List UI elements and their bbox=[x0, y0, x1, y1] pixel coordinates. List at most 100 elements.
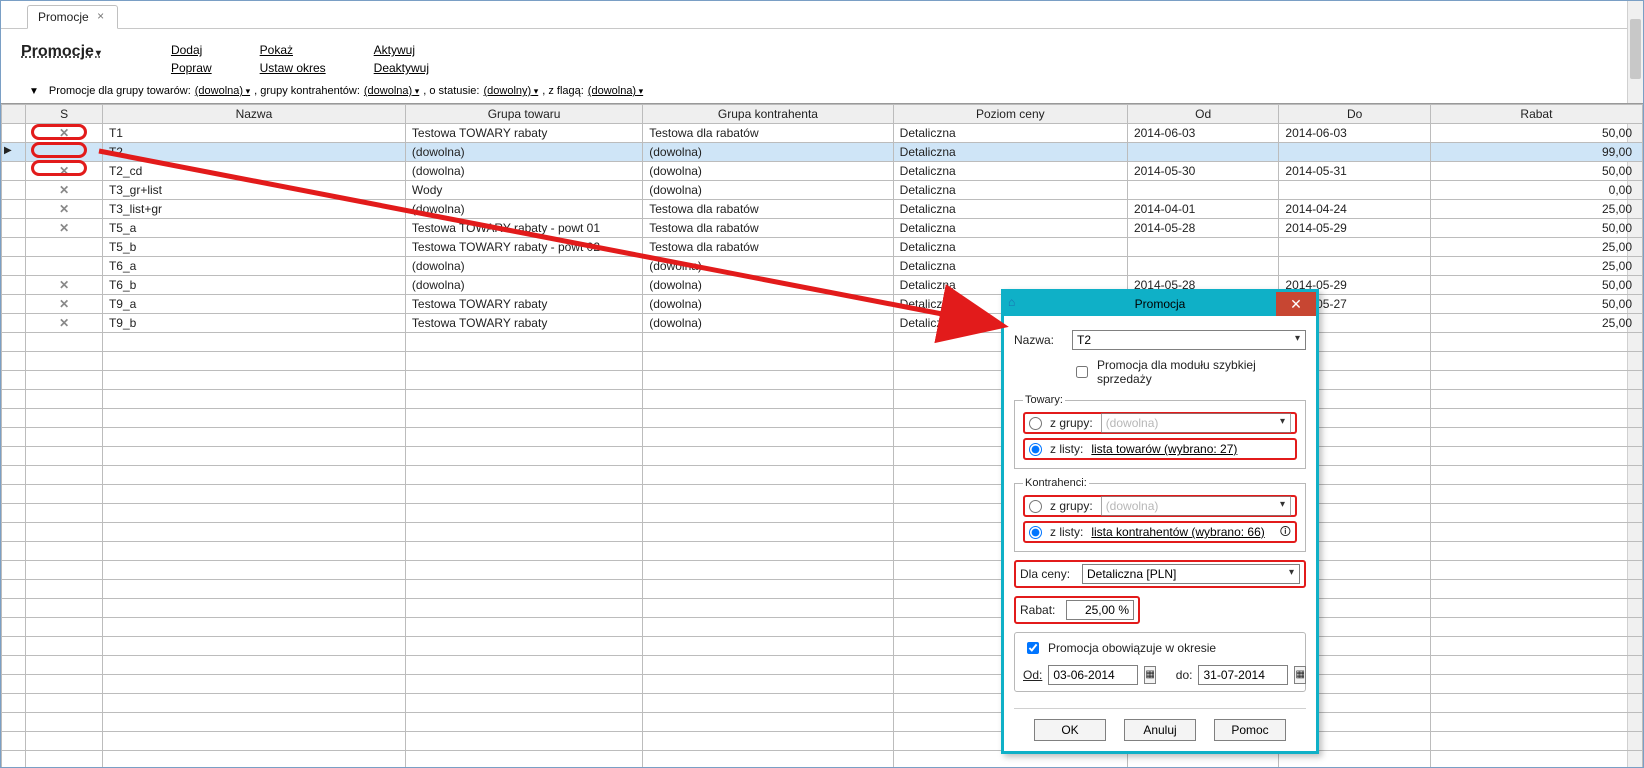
table-row[interactable]: T5_bTestowa TOWARY rabaty - powt 02Testo… bbox=[2, 238, 1643, 257]
link-lista-kontrahentow[interactable]: lista kontrahentów (wybrano: 66) bbox=[1091, 525, 1264, 539]
cell: Wody bbox=[405, 181, 642, 200]
table-row[interactable]: ✕T6_b(dowolna)(dowolna)Detaliczna2014-05… bbox=[2, 276, 1643, 295]
table-row-empty bbox=[2, 428, 1643, 447]
table-row[interactable]: ✕T3_gr+listWody(dowolna)Detaliczna0,00 bbox=[2, 181, 1643, 200]
input-do[interactable] bbox=[1198, 665, 1288, 685]
col-do[interactable]: Do bbox=[1279, 105, 1430, 124]
link-lista-towarow[interactable]: lista towarów (wybrano: 27) bbox=[1091, 442, 1237, 456]
radio-kontra-z-grupy[interactable] bbox=[1029, 500, 1042, 513]
ok-button[interactable]: OK bbox=[1034, 719, 1106, 741]
input-od[interactable] bbox=[1048, 665, 1138, 685]
cell bbox=[1279, 257, 1430, 276]
cell: (dowolna) bbox=[643, 143, 893, 162]
table-row[interactable]: ✕T3_list+gr(dowolna)Testowa dla rabatówD… bbox=[2, 200, 1643, 219]
table-row[interactable]: T6_a(dowolna)(dowolna)Detaliczna25,00 bbox=[2, 257, 1643, 276]
table-row-empty bbox=[2, 447, 1643, 466]
input-rabat[interactable] bbox=[1066, 600, 1134, 620]
radio-kontra-z-listy[interactable] bbox=[1029, 526, 1042, 539]
scroll-thumb[interactable] bbox=[1630, 19, 1641, 79]
col-od[interactable]: Od bbox=[1127, 105, 1278, 124]
col-poziom-ceny[interactable]: Poziom ceny bbox=[893, 105, 1127, 124]
cell bbox=[26, 257, 103, 276]
cell bbox=[2, 181, 26, 200]
checkbox-szybka-sprzedaz[interactable] bbox=[1076, 366, 1088, 378]
radio-towary-z-grupy[interactable] bbox=[1029, 417, 1042, 430]
cancel-button[interactable]: Anuluj bbox=[1124, 719, 1196, 741]
filter-flaga[interactable]: (dowolna) bbox=[588, 85, 643, 97]
radio-towary-z-listy[interactable] bbox=[1029, 443, 1042, 456]
cell: T9_b bbox=[102, 314, 405, 333]
cell bbox=[1127, 181, 1278, 200]
cell: ▶ bbox=[2, 143, 26, 162]
page-title[interactable]: Promocje bbox=[21, 43, 101, 63]
header-row: S Nazwa Grupa towaru Grupa kontrahenta P… bbox=[2, 105, 1643, 124]
cell: (dowolna) bbox=[643, 162, 893, 181]
table-row-empty bbox=[2, 561, 1643, 580]
cell: T9_a bbox=[102, 295, 405, 314]
checkbox-okres[interactable] bbox=[1027, 642, 1039, 654]
cell: 2014-06-03 bbox=[1279, 124, 1430, 143]
calendar-icon[interactable]: ▦ bbox=[1294, 666, 1305, 684]
action-deaktywuj[interactable]: Deaktywuj bbox=[374, 61, 429, 75]
table-row[interactable]: ✕T9_aTestowa TOWARY rabaty(dowolna)Detal… bbox=[2, 295, 1643, 314]
cell: Detaliczna bbox=[893, 181, 1127, 200]
cell bbox=[2, 124, 26, 143]
close-icon[interactable]: ✕ bbox=[1276, 292, 1316, 316]
filter-label-flaga: , z flagą: bbox=[542, 85, 584, 97]
select-towary-grupa: (dowolna) bbox=[1101, 413, 1291, 433]
select-nazwa[interactable]: T2 bbox=[1072, 330, 1306, 350]
action-ustaw-okres[interactable]: Ustaw okres bbox=[260, 61, 326, 75]
action-popraw[interactable]: Popraw bbox=[171, 61, 212, 75]
table-row[interactable]: ✕T5_aTestowa TOWARY rabaty - powt 01Test… bbox=[2, 219, 1643, 238]
cell: (dowolna) bbox=[405, 257, 642, 276]
action-pokaz[interactable]: Pokaż bbox=[260, 43, 326, 57]
table-row[interactable]: ✕T2_cd(dowolna)(dowolna)Detaliczna2014-0… bbox=[2, 162, 1643, 181]
cell bbox=[1127, 238, 1278, 257]
table[interactable]: S Nazwa Grupa towaru Grupa kontrahenta P… bbox=[1, 104, 1643, 768]
tabstrip: Promocje × bbox=[1, 1, 1643, 29]
cell bbox=[2, 200, 26, 219]
help-button[interactable]: Pomoc bbox=[1214, 719, 1286, 741]
filter-toggle-icon[interactable]: ▼ bbox=[29, 86, 39, 97]
cell bbox=[2, 162, 26, 181]
cell: T2_cd bbox=[102, 162, 405, 181]
table-row-empty bbox=[2, 713, 1643, 732]
filter-grupa-kontra[interactable]: (dowolna) bbox=[364, 85, 419, 97]
dialog-titlebar[interactable]: ⌂ Promocja ✕ bbox=[1004, 292, 1316, 316]
cell bbox=[2, 295, 26, 314]
label-od[interactable]: Od: bbox=[1023, 668, 1042, 682]
dialog-title: Promocja bbox=[1135, 297, 1186, 311]
col-s[interactable]: S bbox=[26, 105, 103, 124]
close-icon[interactable]: × bbox=[95, 11, 107, 23]
col-rabat[interactable]: Rabat bbox=[1430, 105, 1642, 124]
actions: Dodaj Popraw Pokaż Ustaw okres Aktywuj D… bbox=[171, 43, 429, 75]
col-nazwa[interactable]: Nazwa bbox=[102, 105, 405, 124]
calendar-icon[interactable]: ▦ bbox=[1144, 666, 1155, 684]
dialog-promocja: ⌂ Promocja ✕ Nazwa: T2 Promocja dla modu… bbox=[1001, 289, 1319, 754]
cell: 2014-05-29 bbox=[1279, 219, 1430, 238]
tab-promocje[interactable]: Promocje × bbox=[27, 5, 118, 29]
cell bbox=[1279, 143, 1430, 162]
filter-status[interactable]: (dowolny) bbox=[484, 85, 539, 97]
action-aktywuj[interactable]: Aktywuj bbox=[374, 43, 429, 57]
table-row[interactable]: ✕T1Testowa TOWARY rabatyTestowa dla raba… bbox=[2, 124, 1643, 143]
action-dodaj[interactable]: Dodaj bbox=[171, 43, 212, 57]
help-icon[interactable]: 🛈 bbox=[1280, 523, 1291, 542]
cell: 2014-05-28 bbox=[1127, 219, 1278, 238]
cell: (dowolna) bbox=[643, 257, 893, 276]
table-row[interactable]: ▶T2(dowolna)(dowolna)Detaliczna99,00 bbox=[2, 143, 1643, 162]
table-row[interactable]: ✕T9_bTestowa TOWARY rabaty(dowolna)Detal… bbox=[2, 314, 1643, 333]
cell: (dowolna) bbox=[405, 162, 642, 181]
cell: ✕ bbox=[26, 276, 103, 295]
select-dla-ceny[interactable]: Detaliczna [PLN] bbox=[1082, 564, 1300, 584]
cell: ✕ bbox=[26, 314, 103, 333]
table-row-empty bbox=[2, 333, 1643, 352]
col-marker[interactable] bbox=[2, 105, 26, 124]
col-grupa-kontrahenta[interactable]: Grupa kontrahenta bbox=[643, 105, 893, 124]
cell: (dowolna) bbox=[405, 276, 642, 295]
cell: 2014-06-03 bbox=[1127, 124, 1278, 143]
col-grupa-towaru[interactable]: Grupa towaru bbox=[405, 105, 642, 124]
cell: Testowa dla rabatów bbox=[643, 200, 893, 219]
filter-grupa-towarow[interactable]: (dowolna) bbox=[195, 85, 250, 97]
cell bbox=[26, 143, 103, 162]
